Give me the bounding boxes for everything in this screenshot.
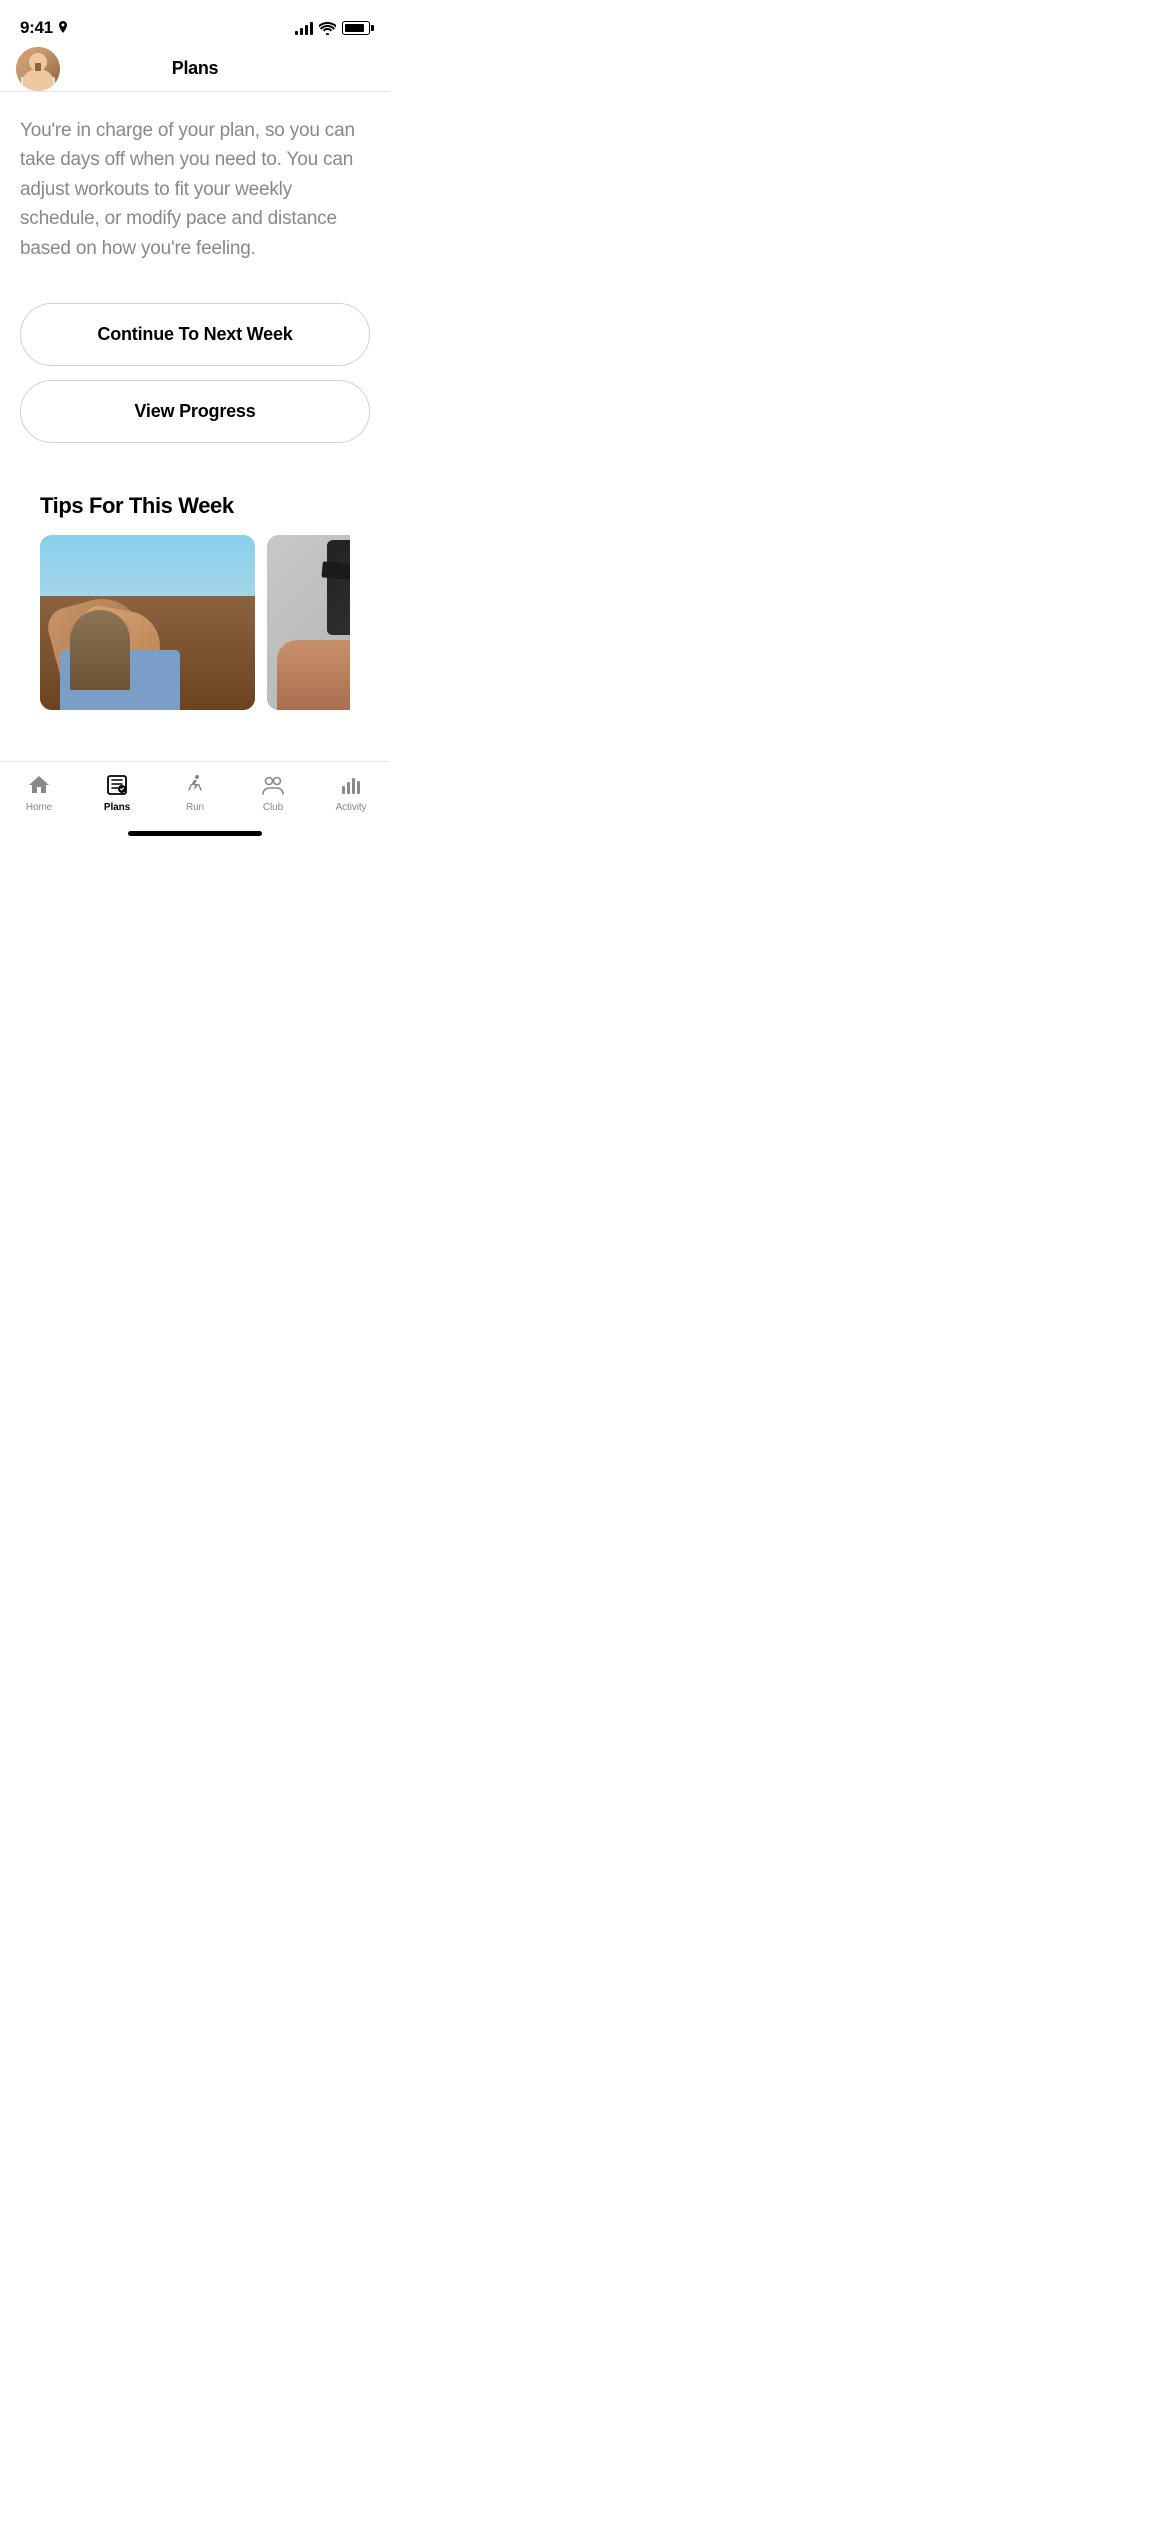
nav-item-run[interactable]: Run [156, 770, 234, 813]
nav-label-activity: Activity [336, 802, 367, 813]
main-content: You're in charge of your plan, so you ca… [0, 92, 390, 746]
nav-item-activity[interactable]: Activity [312, 770, 390, 813]
description-text: You're in charge of your plan, so you ca… [20, 116, 370, 263]
location-icon [57, 21, 69, 35]
nav-label-plans: Plans [104, 802, 130, 813]
nav-item-home[interactable]: Home [0, 770, 78, 813]
tips-images-container [40, 535, 350, 710]
tip-image-card-1[interactable] [40, 535, 255, 710]
tips-section: Tips For This Week [20, 493, 370, 710]
nav-label-club: Club [263, 802, 283, 813]
nav-label-run: Run [186, 802, 204, 813]
view-progress-button[interactable]: View Progress [20, 380, 370, 443]
buttons-container: Continue To Next Week View Progress [20, 303, 370, 443]
nav-label-home: Home [26, 802, 52, 813]
nav-item-club[interactable]: Club [234, 770, 312, 813]
wifi-icon [319, 22, 336, 35]
status-bar: 9:41 [0, 0, 390, 50]
battery-icon [342, 21, 370, 35]
run-icon [182, 772, 208, 798]
signal-bars [295, 21, 313, 35]
club-icon [260, 772, 286, 798]
home-indicator [128, 831, 262, 836]
page-title: Plans [172, 58, 219, 79]
avatar[interactable] [16, 47, 60, 91]
plans-icon [104, 772, 130, 798]
page-header: Plans [0, 50, 390, 92]
status-icons [295, 21, 370, 35]
bottom-navigation: Home Plans Run [0, 761, 390, 844]
continue-next-week-button[interactable]: Continue To Next Week [20, 303, 370, 366]
tips-section-title: Tips For This Week [40, 493, 350, 519]
nav-item-plans[interactable]: Plans [78, 770, 156, 813]
tip-image-card-2[interactable] [267, 535, 350, 710]
activity-icon [338, 772, 364, 798]
home-icon [26, 772, 52, 798]
status-time: 9:41 [20, 18, 53, 38]
